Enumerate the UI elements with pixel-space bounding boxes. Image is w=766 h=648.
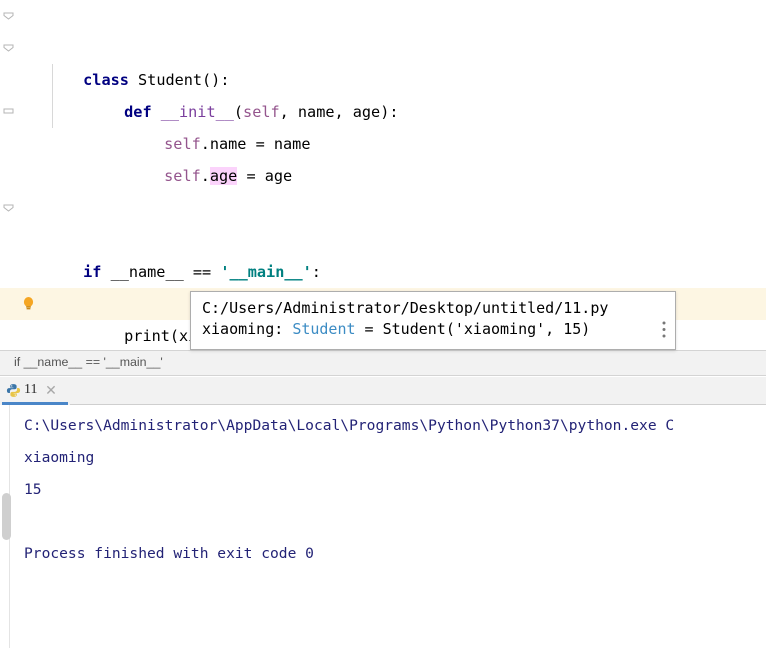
tooltip-signature: xiaoming: Student = Student('xiaoming', …	[202, 320, 590, 338]
code-line-8[interactable]: xiaoming = Student('xiaoming', 15)	[0, 224, 766, 313]
close-icon[interactable]: ✕	[44, 383, 58, 397]
tooltip-file-path: C:/Users/Administrator/Desktop/untitled/…	[202, 299, 609, 317]
code-line-7[interactable]: if __name__ == '__main__':	[0, 192, 766, 281]
breadcrumb-label[interactable]: if __name__ == '__main__'	[14, 355, 163, 369]
parameter-info-tooltip[interactable]: C:/Users/Administrator/Desktop/untitled/…	[190, 291, 676, 350]
console-line-process-finished: Process finished with exit code 0	[24, 545, 314, 562]
code-line-5-blank[interactable]	[0, 128, 766, 160]
python-file-icon	[6, 383, 21, 398]
code-line-2[interactable]: def __init__(self, name, age):	[0, 32, 766, 121]
code-line-1[interactable]: class Student():	[0, 0, 766, 89]
console-scrollbar-thumb[interactable]	[2, 493, 11, 540]
run-tool-window: 11 ✕ C:\Users\Administrator\AppData\Loca…	[0, 377, 766, 648]
run-tab-bar: 11 ✕	[0, 377, 766, 405]
console-line-1: C:\Users\Administrator\AppData\Local\Pro…	[24, 417, 675, 434]
pycharm-window: class Student(): def __init__(self, name…	[0, 0, 766, 648]
run-tab-11[interactable]: 11 ✕	[0, 377, 70, 405]
console-output[interactable]: C:\Users\Administrator\AppData\Local\Pro…	[0, 405, 766, 648]
intention-lightbulb-icon[interactable]	[22, 296, 35, 311]
more-vertical-icon[interactable]	[662, 321, 666, 338]
console-line-3: 15	[24, 481, 42, 498]
tooltip-sig-suffix: = Student('xiaoming', 15)	[355, 320, 591, 338]
code-line-6-blank[interactable]	[0, 160, 766, 192]
code-line-3[interactable]: self.name = name	[0, 64, 766, 153]
tooltip-sig-prefix: xiaoming:	[202, 320, 293, 338]
tooltip-sig-type: Student	[292, 320, 356, 338]
code-line-4[interactable]: self.age = age	[0, 96, 766, 185]
console-line-2: xiaoming	[24, 449, 95, 466]
breadcrumb[interactable]: if __name__ == '__main__'	[0, 350, 766, 376]
run-tab-label: 11	[24, 382, 38, 397]
code-line-9[interactable]: print(xiaoming.name)	[0, 256, 766, 345]
